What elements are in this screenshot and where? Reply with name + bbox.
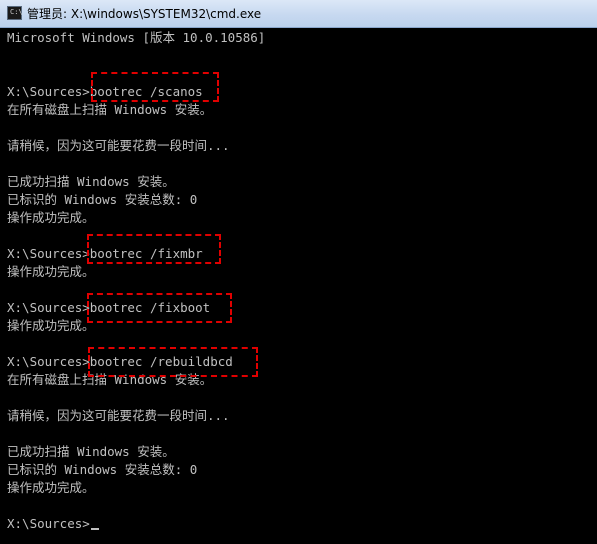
console-line: 已标识的 Windows 安装总数: 0 (7, 462, 198, 477)
console-output[interactable]: Microsoft Windows [版本 10.0.10586] X:\Sou… (0, 28, 597, 544)
prompt-text: X:\Sources> (7, 516, 90, 531)
console-line: 操作成功完成。 (7, 318, 95, 333)
cmd-icon: C:\ (7, 6, 23, 20)
console-line: 请稍候，因为这可能要花费一段时间... (7, 138, 230, 153)
console-line: 已标识的 Windows 安装总数: 0 (7, 192, 198, 207)
console-line: 操作成功完成。 (7, 210, 95, 225)
command-highlight-fixmbr (87, 234, 221, 264)
command-highlight-scanos (91, 72, 219, 102)
command-highlight-rebuildbcd (88, 347, 258, 377)
title-bar[interactable]: C:\ 管理员: X:\windows\SYSTEM32\cmd.exe (0, 0, 597, 28)
console-line: 在所有磁盘上扫描 Windows 安装。 (7, 102, 213, 117)
window-title: 管理员: X:\windows\SYSTEM32\cmd.exe (27, 7, 262, 21)
console-line: 请稍候，因为这可能要花费一段时间... (7, 408, 230, 423)
console-line: 已成功扫描 Windows 安装。 (7, 174, 175, 189)
command-highlight-fixboot (87, 293, 232, 323)
text-cursor (90, 528, 99, 530)
console-line: 操作成功完成。 (7, 264, 95, 279)
console-line: Microsoft Windows [版本 10.0.10586] (7, 30, 266, 45)
prompt-line[interactable]: X:\Sources> (7, 515, 99, 533)
cmd-window: C:\ 管理员: X:\windows\SYSTEM32\cmd.exe Mic… (0, 0, 597, 544)
console-line: 已成功扫描 Windows 安装。 (7, 444, 175, 459)
console-line: 操作成功完成。 (7, 480, 95, 495)
